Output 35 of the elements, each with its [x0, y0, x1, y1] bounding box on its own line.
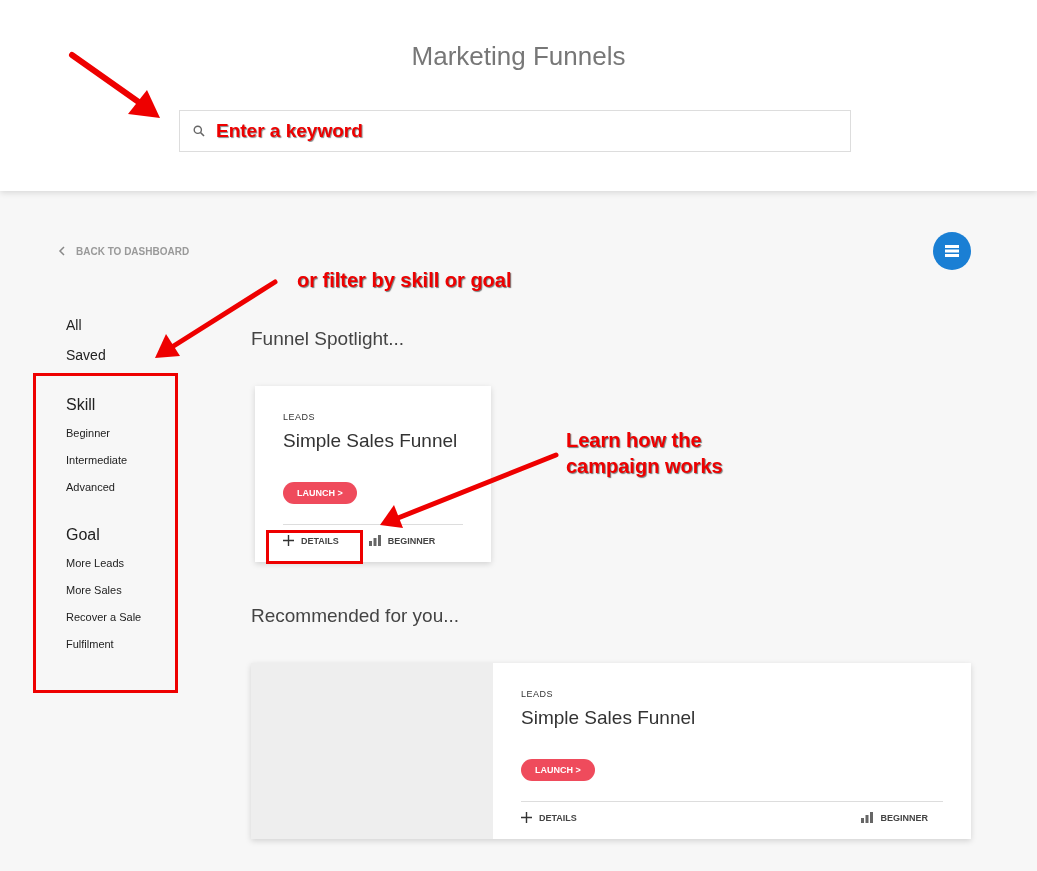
section-heading: Funnel Spotlight...: [251, 327, 406, 351]
card-category: LEADS: [521, 689, 553, 699]
skill-level: BEGINNER: [880, 812, 928, 823]
launch-button[interactable]: LAUNCH >: [283, 482, 357, 504]
launch-button[interactable]: LAUNCH >: [521, 759, 595, 781]
card-title: Simple Sales Funnel: [521, 707, 696, 729]
bar-chart-icon: [861, 812, 874, 823]
skill-level: BEGINNER: [387, 535, 436, 546]
filter-link[interactable]: More Sales: [66, 577, 251, 604]
chevron-left-icon: [58, 246, 66, 256]
plus-icon: [521, 812, 532, 823]
list-icon: [945, 245, 959, 257]
page-title: Marketing Funnels: [411, 40, 626, 72]
annotation-text: or filter by skill or goal: [297, 268, 512, 293]
filter-link[interactable]: More Leads: [66, 550, 251, 577]
bar-chart-icon: [368, 535, 381, 546]
details-link[interactable]: DETAILS: [283, 535, 339, 546]
filter-link[interactable]: All: [66, 310, 251, 340]
filter-link[interactable]: Saved: [66, 340, 251, 370]
card-category: LEADS: [283, 412, 315, 422]
section-heading: Recommended for you...: [251, 604, 461, 628]
filter-link[interactable]: Intermediate: [66, 447, 251, 474]
filter-link[interactable]: Fulfilment: [66, 631, 251, 658]
filter-link[interactable]: Advanced: [66, 474, 251, 501]
details-link[interactable]: DETAILS: [521, 812, 577, 823]
list-view-button[interactable]: [933, 232, 971, 270]
plus-icon: [283, 535, 294, 546]
annotation-text: Learn how the campaign works: [566, 428, 724, 479]
search-field[interactable]: Enter a keyword: [179, 110, 851, 152]
filter-link[interactable]: Beginner: [66, 420, 251, 447]
filter-heading: Goal: [66, 525, 101, 545]
search-icon: [193, 125, 205, 137]
filter-heading: Skill: [66, 395, 97, 415]
filter-link[interactable]: Recover a Sale: [66, 604, 251, 631]
card-title: Simple Sales Funnel: [283, 430, 458, 452]
